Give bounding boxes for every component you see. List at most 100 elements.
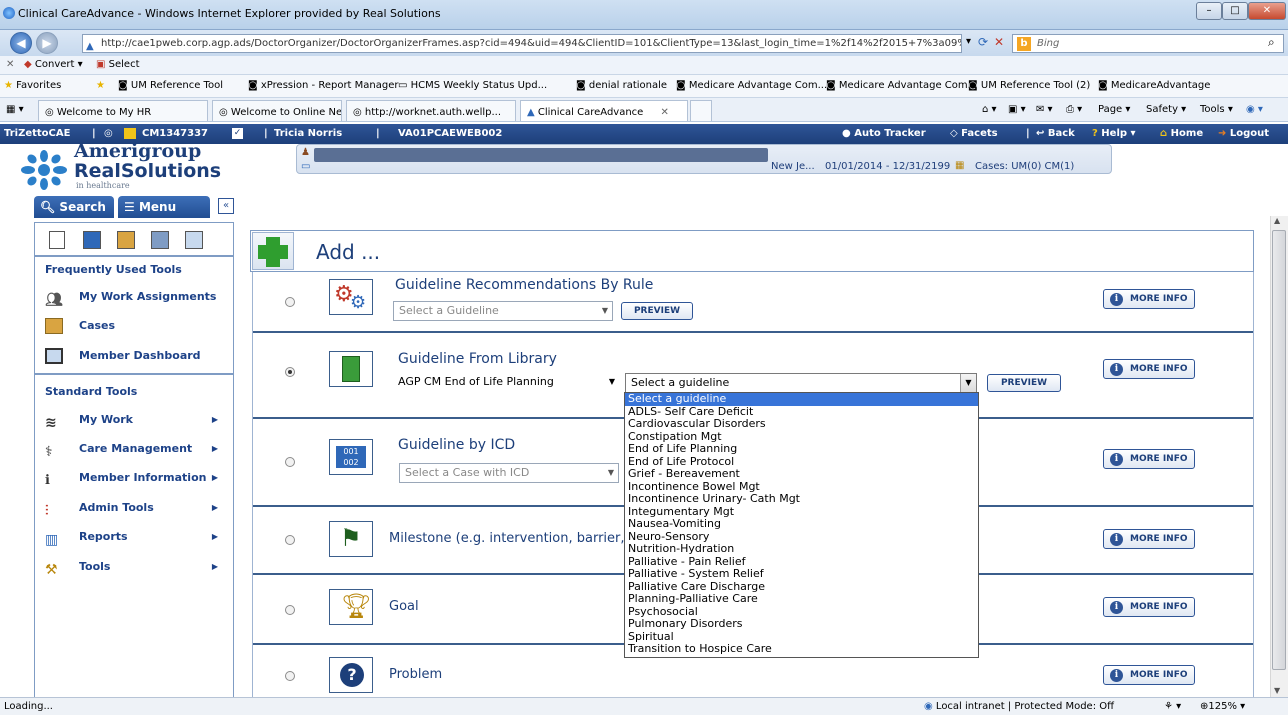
dropdown-option[interactable]: Nausea-Vomiting [625, 517, 978, 531]
sidebar-item-member-information[interactable]: ℹ Member Information ▶ [45, 467, 230, 489]
favorites-button[interactable]: ★ Favorites [4, 75, 61, 97]
fav-item[interactable]: ◙ MedicareAdvantage [1098, 75, 1210, 97]
icd-case-select[interactable]: Select a Case with ICD ▼ [399, 463, 619, 483]
radio-guideline-by-icd[interactable] [285, 457, 295, 467]
dropdown-option[interactable]: End of Life Planning [625, 442, 978, 456]
sidebar-item-my-work[interactable]: ≋ My Work ▶ [45, 409, 230, 431]
preview-button[interactable]: PREVIEW [987, 374, 1061, 392]
more-info-button[interactable]: i MORE INFO [1103, 529, 1195, 549]
dropdown-option[interactable]: Pulmonary Disorders [625, 617, 978, 631]
print-icon[interactable]: ⎙ ▾ [1066, 98, 1082, 121]
radio-guideline-by-rule[interactable] [285, 297, 295, 307]
dropdown-option[interactable]: Palliative - System Relief [625, 567, 978, 581]
tab-online-news[interactable]: ◎ Welcome to Online News ! [212, 100, 342, 121]
back-arrow-icon[interactable]: ◀ [10, 32, 32, 54]
protected-mode-icon[interactable]: ⚘ ▾ [1164, 698, 1181, 715]
radio-goal[interactable] [285, 605, 295, 615]
guideline-dropdown-list[interactable]: Select a guideline ADLS- Self Care Defic… [624, 392, 979, 658]
maximize-button[interactable]: □ [1222, 2, 1248, 20]
checkbox-icon[interactable]: ✓ [232, 128, 243, 139]
help-icon[interactable]: ◉ ▾ [1246, 98, 1263, 121]
page-menu[interactable]: Page ▾ [1098, 98, 1130, 121]
scroll-up-icon[interactable]: ▲ [1274, 216, 1280, 225]
forward-arrow-icon[interactable]: ▶ [36, 32, 58, 54]
guideline-rule-select[interactable]: Select a Guideline ▼ [393, 301, 613, 321]
address-dropdown-icon[interactable]: ▾ [966, 36, 971, 47]
fav-item[interactable]: ◙ xPression - Report Manager [248, 75, 399, 97]
sidebar-item-cases[interactable]: Cases [45, 315, 230, 337]
edit-document-icon[interactable] [83, 231, 101, 249]
add-button[interactable] [252, 232, 294, 270]
radio-milestone[interactable] [285, 535, 295, 545]
dropdown-option[interactable]: Incontinence Urinary- Cath Mgt [625, 492, 978, 506]
fav-item[interactable]: ◙ UM Reference Tool [118, 75, 223, 97]
fav-item[interactable]: ◙ Medicare Advantage Com... [676, 75, 827, 97]
feeds-icon[interactable]: ▣ ▾ [1008, 98, 1026, 121]
document-icon[interactable] [49, 231, 65, 249]
search-icon[interactable]: ⌕ [1268, 35, 1275, 50]
fav-item[interactable]: ◙ denial rationale [576, 75, 667, 97]
stop-icon[interactable]: ✕ [994, 35, 1004, 49]
dropdown-option[interactable]: Planning-Palliative Care [625, 592, 978, 606]
add-favorite-icon[interactable]: ★ [96, 75, 105, 97]
close-toolbar-icon[interactable]: ✕ [6, 56, 14, 74]
preview-button[interactable]: PREVIEW [621, 302, 693, 320]
mail-icon[interactable]: ✉ ▾ [1036, 98, 1053, 121]
dropdown-option[interactable]: Transition to Hospice Care [625, 642, 978, 656]
zoom-control[interactable]: ⊕125% ▾ [1200, 698, 1245, 715]
auto-tracker-button[interactable]: ● Auto Tracker [842, 124, 926, 144]
collapse-sidebar-button[interactable]: « [218, 198, 234, 214]
close-button[interactable]: ✕ [1248, 2, 1286, 20]
dropdown-option[interactable]: Select a guideline [625, 393, 978, 406]
more-info-button[interactable]: i MORE INFO [1103, 289, 1195, 309]
radio-guideline-from-library[interactable] [285, 367, 295, 377]
sidebar-item-care-management[interactable]: ⚕ Care Management ▶ [45, 438, 230, 460]
tab-worknet[interactable]: ◎ http://worknet.auth.wellp... [346, 100, 516, 121]
sidebar-item-tools[interactable]: ⚒ Tools ▶ [45, 556, 230, 578]
more-info-button[interactable]: i MORE INFO [1103, 597, 1195, 617]
more-info-button[interactable]: i MORE INFO [1103, 449, 1195, 469]
fav-item[interactable]: ◙ UM Reference Tool (2) [968, 75, 1090, 97]
quick-tabs-icon[interactable]: ▦ ▾ [6, 98, 24, 121]
facets-button[interactable]: ◇ Facets [950, 124, 998, 144]
dropdown-option[interactable]: Cardiovascular Disorders [625, 417, 978, 431]
tab-my-hr[interactable]: ◎ Welcome to My HR [38, 100, 208, 121]
scroll-down-icon[interactable]: ▼ [1274, 686, 1280, 695]
minimize-button[interactable]: – [1196, 2, 1222, 20]
sidebar-item-admin-tools[interactable]: ⫶ Admin Tools ▶ [45, 497, 230, 519]
logout-button[interactable]: ➜ Logout [1218, 124, 1269, 144]
tab-clinical-careadvance[interactable]: ▲ Clinical CareAdvance ✕ [520, 100, 688, 121]
dropdown-option[interactable]: Grief - Bereavement [625, 467, 978, 481]
select-button[interactable]: ▣ Select [96, 56, 140, 74]
sidebar-item-member-dashboard[interactable]: Member Dashboard [45, 345, 230, 367]
fav-item[interactable]: ▭ HCMS Weekly Status Upd... [398, 75, 547, 97]
home-button[interactable]: ⌂ Home [1160, 124, 1203, 144]
sidebar-item-my-work-assignments[interactable]: 👥︎ My Work Assignments [45, 286, 230, 308]
new-tab-button[interactable] [690, 100, 712, 121]
convert-button[interactable]: ◆ Convert ▾ [24, 56, 83, 74]
notes-icon[interactable] [117, 231, 135, 249]
fav-item[interactable]: ◙ Medicare Advantage Com... [826, 75, 977, 97]
refresh-icon[interactable]: ⟳ [978, 35, 988, 49]
security-zone[interactable]: ◉ Local intranet | Protected Mode: Off [924, 698, 1114, 715]
address-bar[interactable]: ▲ http://cae1pweb.corp.agp.ads/DoctorOrg… [82, 34, 962, 53]
tab-search[interactable]: 🔍︎ Search [34, 196, 114, 218]
calendar-icon[interactable] [185, 231, 203, 249]
tab-menu[interactable]: ☰ Menu [118, 196, 210, 218]
radio-problem[interactable] [285, 671, 295, 681]
sidebar-item-reports[interactable]: ▥ Reports ▶ [45, 526, 230, 548]
help-menu[interactable]: ? Help ▾ [1092, 124, 1136, 144]
safety-menu[interactable]: Safety ▾ [1146, 98, 1186, 121]
more-info-button[interactable]: i MORE INFO [1103, 359, 1195, 379]
dropdown-option[interactable]: Nutrition-Hydration [625, 542, 978, 556]
search-input[interactable]: b Bing [1012, 34, 1284, 53]
guideline-select[interactable]: Select a guideline ▼ [625, 373, 977, 393]
scrollbar-thumb[interactable] [1272, 230, 1286, 670]
tools-menu[interactable]: Tools ▾ [1200, 98, 1233, 121]
library-select[interactable]: AGP CM End of Life Planning ▼ [393, 373, 619, 393]
back-button[interactable]: ↩ Back [1036, 124, 1075, 144]
close-tab-icon[interactable]: ✕ [661, 107, 669, 118]
home-icon[interactable]: ⌂ ▾ [982, 98, 997, 121]
pen-icon[interactable] [151, 231, 169, 249]
cases-count[interactable]: Cases: UM(0) CM(1) [975, 161, 1074, 172]
